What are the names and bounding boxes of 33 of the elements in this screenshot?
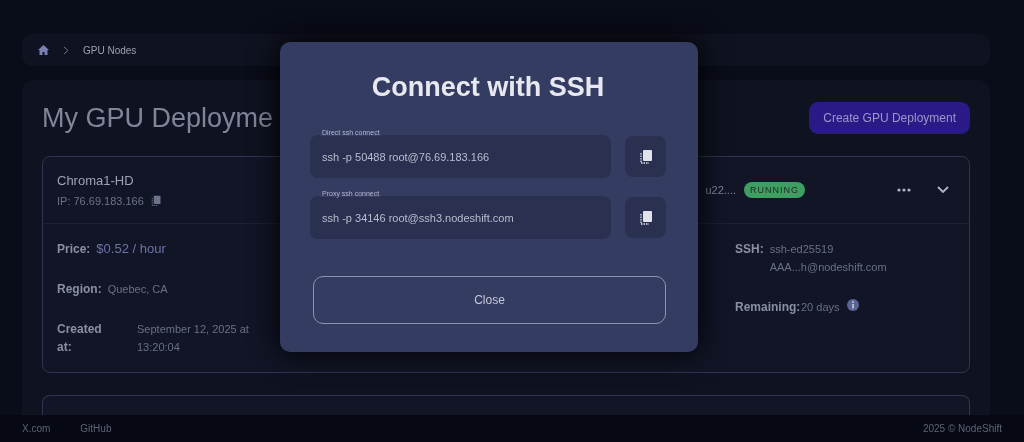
dialog-title: Connect with SSH <box>370 72 606 103</box>
chevron-down-icon[interactable] <box>937 186 949 194</box>
detail-value: 20 days <box>801 300 840 315</box>
page-title: My GPU Deployme <box>42 102 274 134</box>
detail-value: September 12, 2025 at 13:20:04 <box>137 322 250 355</box>
home-icon[interactable] <box>38 45 49 55</box>
detail-value: $0.52 / hour <box>96 240 166 258</box>
command-field[interactable]: ssh -p 34146 root@ssh3.nodeshift.com <box>310 196 611 239</box>
breadcrumb-item[interactable]: GPU Nodes <box>83 44 137 56</box>
status-badge: RUNNING <box>744 182 805 198</box>
deployment-name: Chroma1-HD <box>57 173 135 188</box>
copyright-text: 2025 © NodeShift <box>922 423 1002 434</box>
detail-label: SSH: <box>735 241 764 258</box>
detail-value: Quebec, CA <box>107 282 168 297</box>
copy-button[interactable] <box>625 197 666 238</box>
copy-icon <box>149 195 162 207</box>
detail-label: Price: <box>57 241 91 258</box>
command-field[interactable]: ssh -p 50488 root@76.69.183.166 <box>310 135 611 178</box>
ip-address: IP: 76.69.183.166 <box>57 195 144 207</box>
info-icon[interactable] <box>845 298 860 312</box>
image-name: u22.... <box>705 184 736 196</box>
detail-label: Created at: <box>57 321 103 356</box>
detail-value: ssh-ed25519 AAA...h@nodeshift.com <box>769 242 888 275</box>
copy-icon <box>637 148 654 165</box>
detail-label: Region: <box>57 281 102 298</box>
footer-link[interactable]: X.com <box>22 423 51 434</box>
footer-link[interactable]: GitHub <box>80 423 112 434</box>
create-deployment-button[interactable]: Create GPU Deployment <box>809 102 970 134</box>
copy-button[interactable] <box>625 136 666 177</box>
copy-icon <box>637 209 654 226</box>
close-button[interactable]: Close <box>313 276 666 324</box>
chevron-right-icon <box>63 45 69 55</box>
more-icon[interactable] <box>897 188 911 192</box>
